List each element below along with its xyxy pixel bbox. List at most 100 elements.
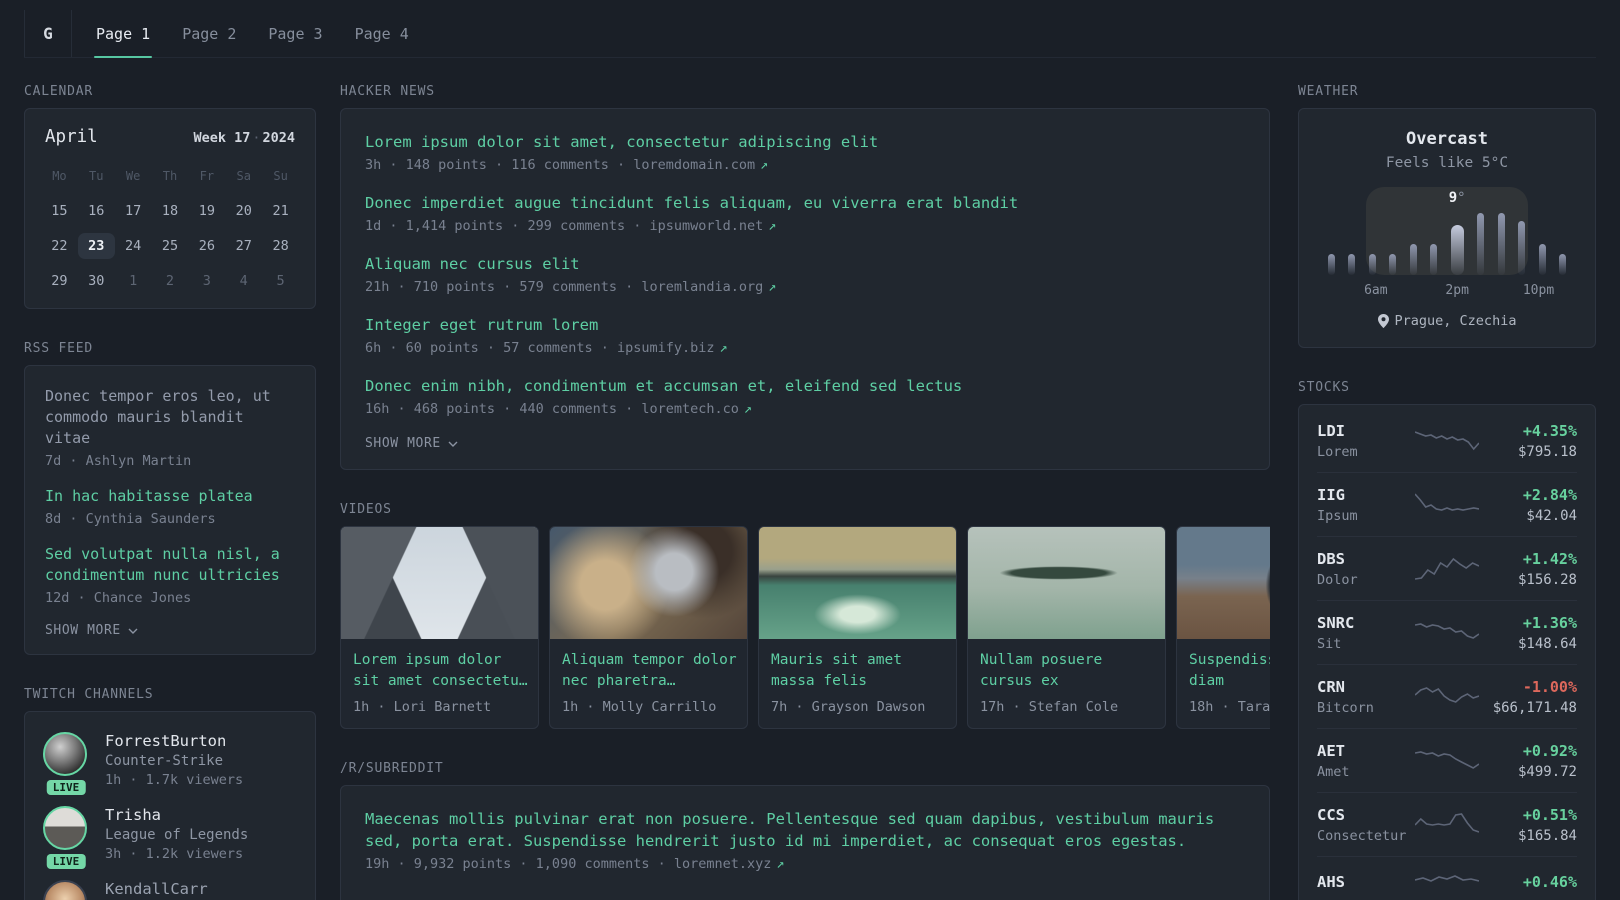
stock-ticker: IIG — [1317, 486, 1345, 504]
left-column: CALENDAR April Week 17 · 2024 Mo Tu We Th … — [24, 84, 316, 900]
stock-sparkline — [1409, 555, 1485, 583]
hour-label: 6am — [1364, 283, 1388, 298]
news-domain-link[interactable]: ipsumify.biz — [617, 340, 715, 356]
news-link[interactable]: Donec enim nibh, condimentum et accumsan… — [365, 375, 1245, 397]
video-title[interactable]: Lorem ipsum dolor sit amet consectetu… — [353, 650, 528, 692]
rss-item-link[interactable]: Donec tempor eros leo, ut commodo mauris… — [45, 386, 295, 449]
stock-name: Dolor — [1317, 572, 1358, 588]
video-card[interactable]: Mauris sit amet massa felis 7h · Grayson … — [758, 526, 957, 729]
stock-sparkline — [1409, 427, 1485, 455]
news-item: Integer eget rutrum lorem 6h · 60 points… — [365, 314, 1245, 356]
tab-page-1[interactable]: Page 1 — [94, 10, 153, 58]
stock-sparkline — [1409, 870, 1485, 898]
rss-show-more-button[interactable]: SHOW MORE — [45, 623, 295, 638]
news-domain-link[interactable]: loremlandia.org — [641, 279, 763, 295]
news-domain-link[interactable]: loremdomain.com — [633, 157, 755, 173]
video-card[interactable]: Lorem ipsum dolor sit amet consectetu… 1h… — [340, 526, 539, 729]
weather-widget: WEATHER Overcast Feels like 5°C 9° 6am 2… — [1298, 84, 1596, 348]
stock-ticker: LDI — [1317, 422, 1345, 440]
channel-name[interactable]: KendallCarr — [105, 880, 208, 898]
external-link-icon: ↗ — [743, 401, 753, 417]
calendar-day: 18 — [161, 203, 179, 219]
channel-name[interactable]: Trisha — [105, 806, 248, 824]
channel-meta: 1h · 1.7k viewers — [105, 772, 244, 788]
weather-feels-like: Feels like 5°C — [1385, 155, 1509, 171]
news-link[interactable]: Lorem ipsum dolor sit amet, consectetur … — [365, 131, 1245, 153]
stock-row: CCS Consectetur +0.51% $165.84 — [1317, 793, 1577, 857]
video-title[interactable]: Aliquam tempor dolor nec pharetra… — [562, 650, 737, 692]
channel-game: League of Legends — [105, 827, 249, 843]
calendar-day: 19 — [198, 203, 215, 219]
weather-location: Prague, Czechia — [1323, 313, 1571, 329]
news-item: Lorem ipsum dolor sit amet, consectetur … — [365, 131, 1245, 173]
temperature-bar — [1348, 254, 1356, 275]
twitch-channel-row[interactable]: KendallCarr — [43, 880, 297, 900]
video-thumbnail[interactable] — [1177, 527, 1270, 639]
twitch-channel-row[interactable]: LIVE Trisha League of Legends 3h · 1.2k … — [43, 806, 297, 869]
video-card[interactable]: Suspendissediam 18h · Tara — [1176, 526, 1270, 729]
stock-row: DBS Dolor +1.42% $156.28 — [1317, 537, 1577, 601]
rss-item-link[interactable]: Sed volutpat nulla nisl, a condimentum n… — [45, 544, 295, 586]
weekday-label: Mo — [52, 169, 67, 183]
video-thumbnail[interactable] — [968, 527, 1165, 639]
video-card[interactable]: Nullam posuere cursus ex 17h · Stefan Col… — [967, 526, 1166, 729]
calendar-year: 2024 — [262, 130, 295, 146]
external-link-icon: ↗ — [719, 340, 728, 356]
temperature-bar — [1389, 254, 1397, 275]
stock-sparkline — [1409, 619, 1485, 647]
chevron-down-icon — [128, 628, 138, 634]
video-thumbnail[interactable] — [759, 527, 956, 639]
tab-page-4[interactable]: Page 4 — [353, 10, 411, 57]
tab-page-2[interactable]: Page 2 — [180, 10, 238, 57]
temperature-bar — [1328, 254, 1335, 275]
calendar-day-adjacent: 2 — [165, 273, 175, 289]
news-item: Donec enim nibh, condimentum et accumsan… — [365, 375, 1245, 417]
stock-ticker: SNRC — [1317, 614, 1355, 632]
stock-sparkline — [1409, 491, 1485, 519]
temperature-bar — [1368, 254, 1376, 275]
rss-item-link[interactable]: In hac habitasse platea — [45, 486, 295, 507]
news-link[interactable]: Donec imperdiet augue tincidunt felis al… — [365, 192, 1245, 214]
channel-name[interactable]: ForrestBurton — [105, 732, 243, 750]
live-badge: LIVE — [46, 780, 86, 795]
video-meta: 1h · Molly Carrillo — [562, 699, 717, 715]
hackernews-show-more-button[interactable]: SHOW MORE — [365, 436, 1245, 451]
video-meta: 7h · Grayson Dawson — [771, 699, 926, 715]
hackernews-widget: HACKER NEWS Lorem ipsum dolor sit amet, … — [340, 84, 1270, 470]
news-domain-link[interactable]: ipsumworld.net — [649, 218, 763, 234]
video-title[interactable]: Suspendissediam — [1189, 650, 1270, 692]
video-title[interactable]: Nullam posuere cursus ex — [980, 650, 1153, 692]
video-card[interactable]: Aliquam tempor dolor nec pharetra… 1h · M… — [549, 526, 748, 729]
post-domain-link[interactable]: loremnet.xyz — [674, 856, 772, 872]
stock-change: +1.42% — [1522, 550, 1577, 568]
calendar-day: 20 — [235, 203, 252, 219]
video-thumbnail[interactable] — [341, 527, 538, 639]
post-link[interactable]: Maecenas mollis pulvinar erat non posuer… — [365, 808, 1245, 852]
temperature-bar — [1409, 244, 1417, 275]
calendar-day: 17 — [125, 203, 142, 219]
video-thumbnail[interactable] — [550, 527, 747, 639]
weekday-label: Tu — [89, 169, 104, 183]
show-more-label: SHOW MORE — [45, 623, 121, 638]
video-title[interactable]: Mauris sit amet massa felis — [771, 650, 944, 692]
stock-change: -1.00% — [1522, 678, 1577, 696]
stock-ticker: AET — [1317, 742, 1345, 760]
calendar-day: 29 — [51, 273, 68, 289]
weekday-label: Sa — [236, 169, 251, 183]
chevron-down-icon — [448, 441, 458, 447]
hour-label: 10pm — [1522, 283, 1555, 298]
app-logo[interactable]: G — [24, 10, 72, 57]
rss-card: Donec tempor eros leo, ut commodo mauris… — [24, 365, 316, 655]
news-domain-link[interactable]: loremtech.co — [641, 401, 739, 417]
tab-page-3[interactable]: Page 3 — [266, 10, 324, 57]
news-link[interactable]: Integer eget rutrum lorem — [365, 314, 1245, 336]
calendar-day: 28 — [272, 238, 289, 254]
twitch-channel-row[interactable]: LIVE ForrestBurton Counter-Strike 1h · 1… — [43, 732, 297, 795]
hour-labels: 6am 2pm 10pm — [1325, 283, 1569, 299]
external-link-icon: ↗ — [768, 279, 777, 295]
news-link[interactable]: Aliquam nec cursus elit — [365, 253, 1245, 275]
videos-widget: VIDEOS Lorem ipsum dolor sit amet consect… — [340, 502, 1270, 729]
calendar-day: 30 — [88, 273, 105, 289]
middle-column: HACKER NEWS Lorem ipsum dolor sit amet, … — [340, 84, 1270, 900]
stock-ticker: CRN — [1317, 678, 1345, 696]
